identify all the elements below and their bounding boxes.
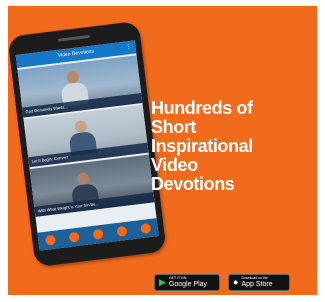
phone-screen: Video Devotions ⋮ God Genuinely Wants...…	[15, 40, 159, 251]
bookmark-icon[interactable]	[68, 231, 80, 243]
badge-big-text: Google Play	[168, 280, 208, 288]
bottom-nav	[37, 218, 159, 251]
badge-big-text: App Store	[241, 280, 273, 288]
headline-line: Video	[151, 155, 198, 175]
home-icon[interactable]	[44, 234, 57, 246]
google-play-badge[interactable]: ▶ GET IT ON Google Play	[154, 274, 220, 291]
info-icon[interactable]	[116, 225, 128, 237]
promo-banner: Video Devotions ⋮ God Genuinely Wants...…	[8, 6, 317, 295]
headline-line: Inspirational	[151, 136, 253, 156]
headline-line: Devotions	[151, 174, 235, 194]
headline-line: Short	[151, 117, 196, 137]
headline: Hundreds of Short Inspirational Video De…	[151, 99, 316, 194]
phone-speaker	[57, 34, 91, 42]
app-store-badge[interactable]: ● Download on the App Store	[228, 274, 290, 291]
settings-icon[interactable]	[140, 222, 152, 235]
more-vertical-icon[interactable]: ⋮	[125, 41, 133, 55]
app-header-title: Video Devotions	[57, 48, 95, 59]
google-play-icon: ▶	[159, 277, 166, 287]
phone-mockup: Video Devotions ⋮ God Genuinely Wants...…	[8, 20, 167, 268]
share-icon[interactable]	[92, 228, 104, 240]
headline-line: Hundreds of	[151, 98, 253, 118]
apple-icon: ●	[233, 277, 239, 287]
